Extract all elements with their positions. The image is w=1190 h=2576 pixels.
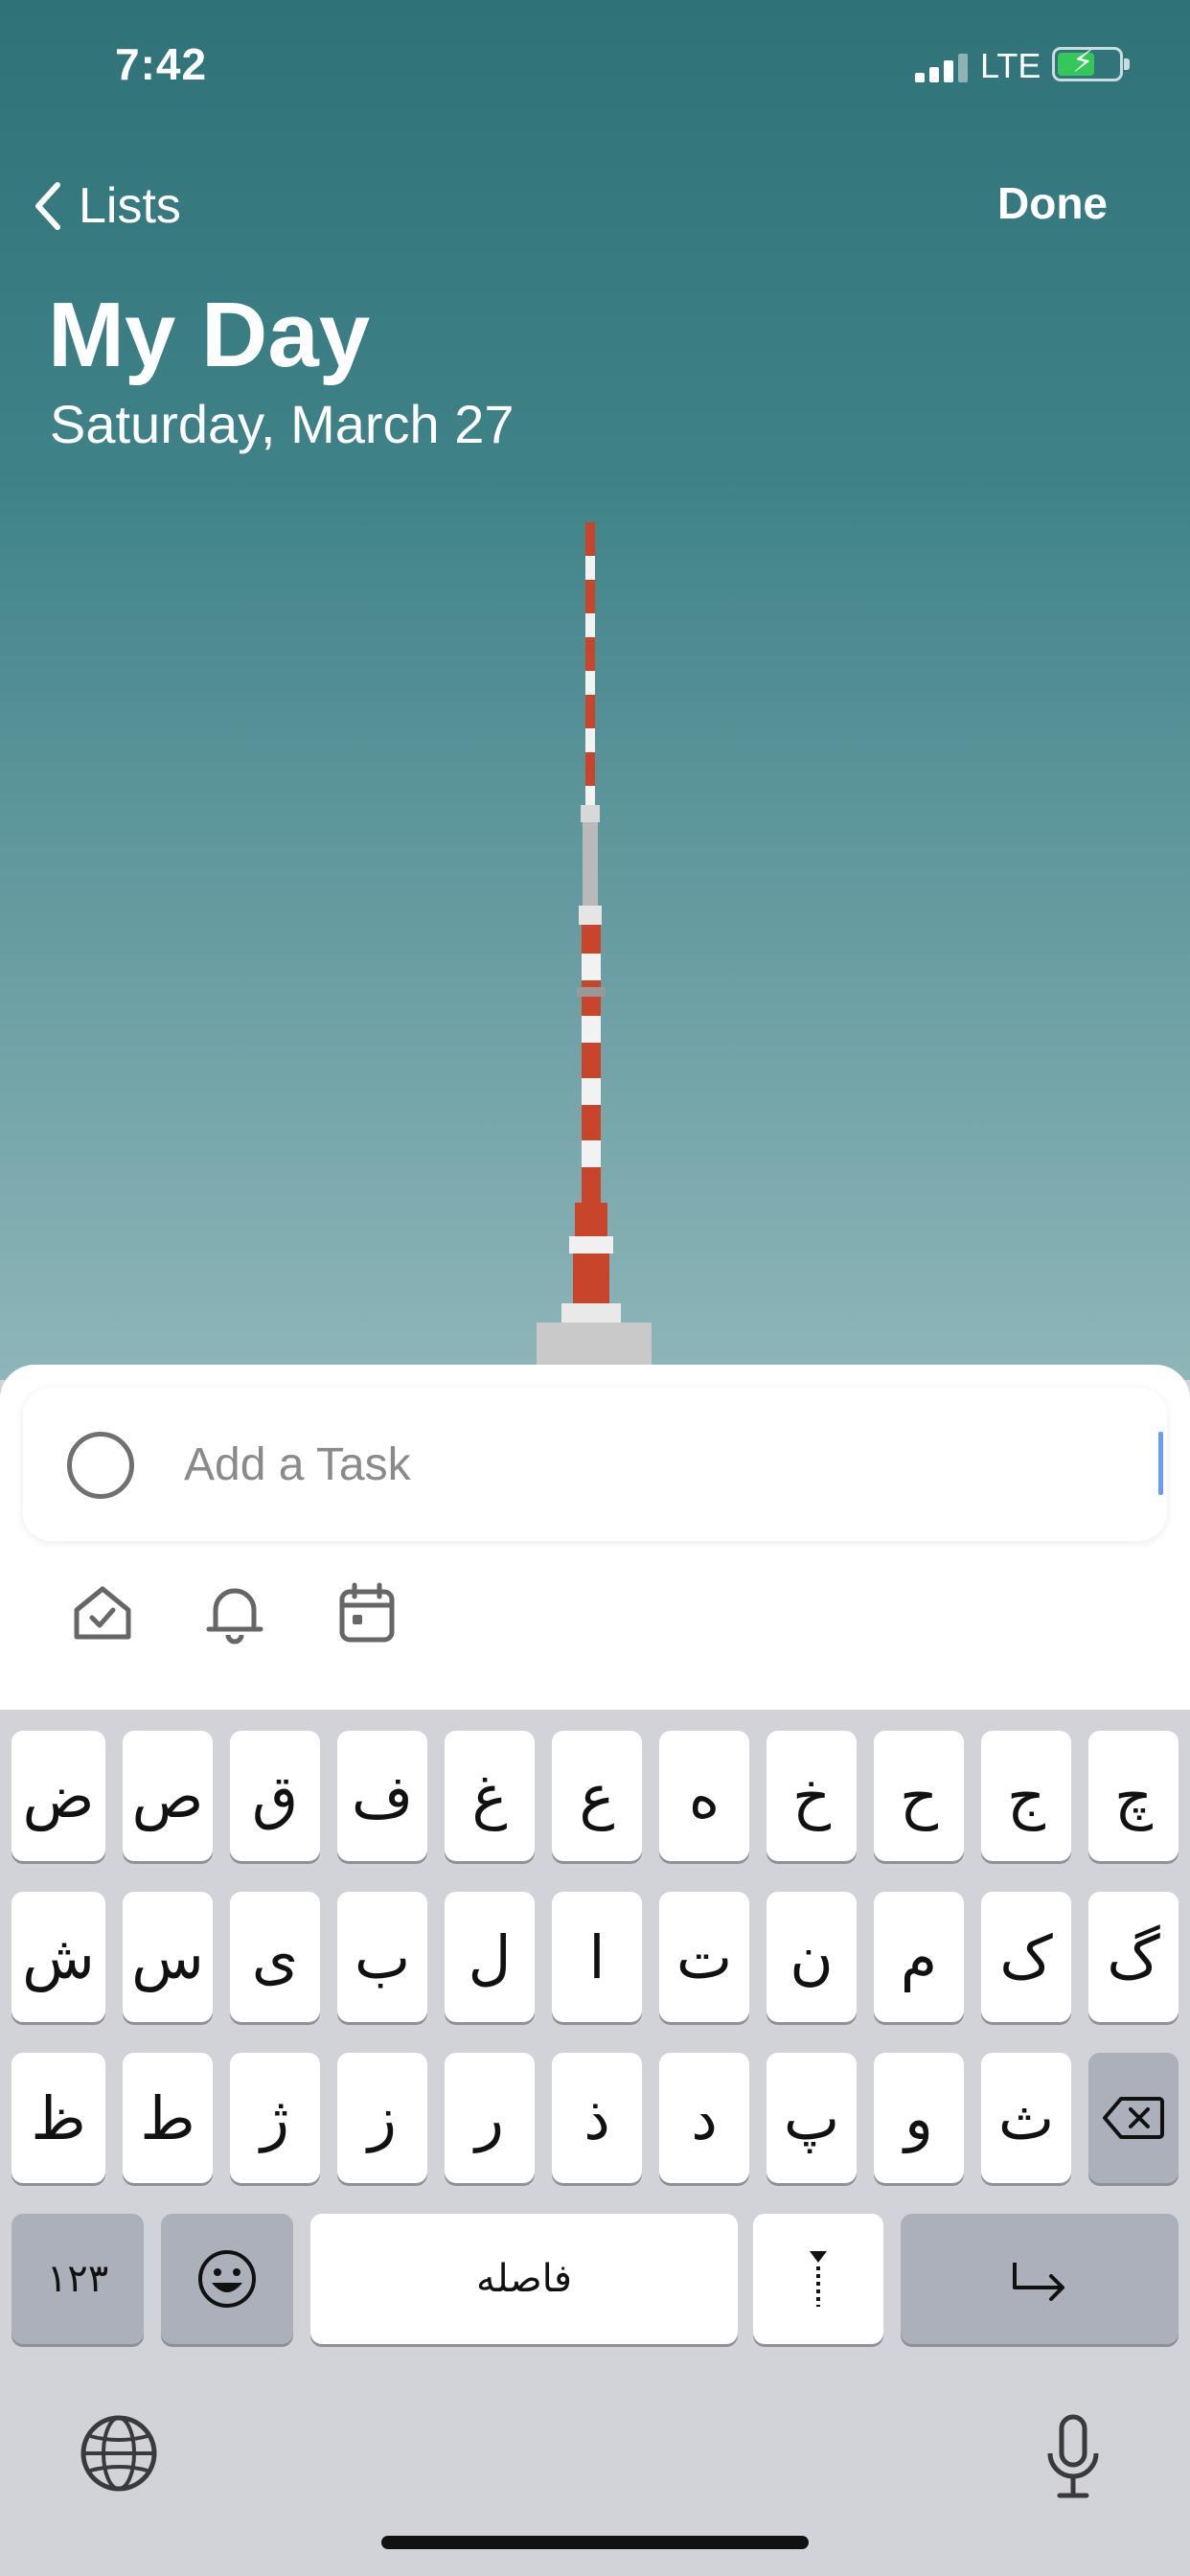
- zwnj-key[interactable]: [753, 2214, 883, 2344]
- key[interactable]: س: [123, 1892, 213, 2022]
- reminder-bell-icon[interactable]: [201, 1579, 268, 1646]
- key[interactable]: خ: [767, 1731, 857, 1861]
- text-cursor: [1158, 1432, 1163, 1495]
- done-button[interactable]: Done: [997, 177, 1108, 229]
- page-date: Saturday, March 27: [50, 394, 515, 454]
- key[interactable]: ف: [337, 1731, 427, 1861]
- tower-image: [537, 522, 652, 1380]
- key[interactable]: ج: [981, 1731, 1071, 1861]
- zwnj-icon: [810, 2251, 827, 2307]
- key[interactable]: غ: [445, 1731, 535, 1861]
- key[interactable]: ت: [659, 1892, 749, 2022]
- task-complete-circle-icon[interactable]: [67, 1432, 134, 1499]
- key[interactable]: ل: [445, 1892, 535, 2022]
- key[interactable]: ی: [230, 1892, 320, 2022]
- battery-charging-icon: ⚡: [1052, 46, 1130, 81]
- microphone-icon[interactable]: [1042, 2413, 1104, 2501]
- key[interactable]: پ: [767, 2053, 857, 2183]
- key[interactable]: م: [874, 1892, 964, 2022]
- return-icon: [1013, 2263, 1064, 2301]
- key[interactable]: ح: [874, 1731, 964, 1861]
- key[interactable]: ث: [981, 2053, 1071, 2183]
- add-task-input[interactable]: [184, 1426, 1123, 1503]
- key[interactable]: ذ: [552, 2053, 642, 2183]
- key[interactable]: ش: [11, 1892, 105, 2022]
- page-title: My Day: [48, 284, 371, 386]
- chevron-left-icon: [35, 182, 60, 230]
- network-type: LTE: [980, 46, 1041, 85]
- key[interactable]: ز: [337, 2053, 427, 2183]
- globe-icon[interactable]: [79, 2413, 159, 2494]
- key[interactable]: ض: [11, 1731, 105, 1861]
- key[interactable]: ظ: [11, 2053, 105, 2183]
- emoji-key[interactable]: [161, 2214, 293, 2344]
- key[interactable]: ر: [445, 2053, 535, 2183]
- key[interactable]: ع: [552, 1731, 642, 1861]
- cellular-signal-icon: [915, 54, 969, 82]
- space-key[interactable]: فاصله: [310, 2214, 738, 2344]
- key[interactable]: د: [659, 2053, 749, 2183]
- add-task-card: [23, 1388, 1167, 1541]
- key[interactable]: و: [874, 2053, 964, 2183]
- key[interactable]: ص: [123, 1731, 213, 1861]
- status-bar: 7:42 LTE ⚡: [0, 0, 1190, 125]
- delete-key[interactable]: [1088, 2053, 1179, 2183]
- key[interactable]: گ: [1088, 1892, 1179, 2022]
- back-button-label: Lists: [79, 178, 181, 234]
- home-indicator[interactable]: [381, 2536, 809, 2549]
- key[interactable]: ن: [767, 1892, 857, 2022]
- key[interactable]: چ: [1088, 1731, 1179, 1861]
- status-time: 7:42: [115, 39, 208, 89]
- backspace-icon: [1103, 2097, 1164, 2139]
- key[interactable]: ه: [659, 1731, 749, 1861]
- key[interactable]: ط: [123, 2053, 213, 2183]
- emoji-icon: [198, 2250, 256, 2308]
- key[interactable]: ژ: [230, 2053, 320, 2183]
- key[interactable]: ک: [981, 1892, 1071, 2022]
- numbers-key[interactable]: ۱۲۳: [11, 2214, 144, 2344]
- key[interactable]: ا: [552, 1892, 642, 2022]
- key[interactable]: ب: [337, 1892, 427, 2022]
- my-day-home-icon[interactable]: [69, 1579, 136, 1646]
- add-task-sheet: [0, 1365, 1190, 1710]
- key[interactable]: ق: [230, 1731, 320, 1861]
- due-date-calendar-icon[interactable]: [333, 1579, 400, 1646]
- back-button[interactable]: Lists: [29, 172, 181, 240]
- return-key[interactable]: [901, 2214, 1179, 2344]
